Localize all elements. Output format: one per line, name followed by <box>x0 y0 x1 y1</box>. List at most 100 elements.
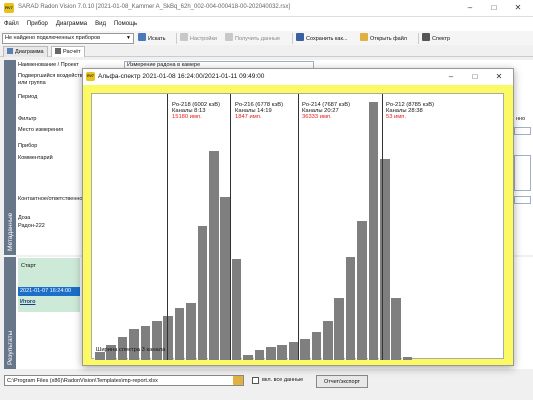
spectrum-bar <box>299 339 310 360</box>
device-label: Прибор <box>18 143 38 149</box>
peak-counts: 53 имп. <box>386 114 407 120</box>
spectrum-bar <box>173 308 185 360</box>
dialog-maximize-icon[interactable]: □ <box>463 69 487 86</box>
app-logo-icon: RV7 <box>86 72 95 81</box>
save-as-button[interactable]: Сохранить как... <box>296 33 347 44</box>
open-file-button[interactable]: Открыть файл <box>360 33 407 44</box>
menu-help[interactable]: Помощь <box>110 17 141 31</box>
spectrum-bar <box>219 197 230 360</box>
spectrum-bar <box>379 159 390 360</box>
folder-icon <box>360 33 368 41</box>
spectrum-bar <box>265 347 276 360</box>
toolbar-separator <box>292 33 293 44</box>
browse-folder-icon[interactable] <box>233 376 243 385</box>
period-label: Период <box>18 94 38 100</box>
comment-field[interactable] <box>514 155 531 191</box>
tab-calculation[interactable]: Расчёт <box>51 46 85 57</box>
spectrum-bar <box>230 259 242 360</box>
total-label: Итого <box>20 299 36 305</box>
dialog-minimize-icon[interactable]: – <box>439 69 463 86</box>
peak-counts: 15180 имп. <box>172 114 202 120</box>
app-logo-icon: RV7 <box>4 3 14 13</box>
peak-label-po212: Po-212 (8785 кэВ) Каналы 28:38 53 имп. <box>386 102 434 120</box>
spectrum-bar <box>356 221 367 360</box>
chevron-down-icon: ▼ <box>126 35 131 41</box>
device-select[interactable]: Не найдено подключенных приборов ▼ <box>2 33 134 44</box>
spectrum-bar <box>322 321 333 360</box>
spectrum-bar <box>128 329 139 360</box>
toolbar-separator <box>176 33 177 44</box>
menu-view[interactable]: Вид <box>91 17 110 31</box>
comment-label: Комментарий <box>18 155 53 161</box>
spectrum-plot: Po-218 (6002 кэВ) Каналы 8:13 15180 имп.… <box>91 93 504 360</box>
spectrum-bar <box>139 326 151 360</box>
maximize-icon[interactable]: □ <box>482 0 506 17</box>
metadata-section-header: Метаданные <box>4 60 16 255</box>
spectrum-bar <box>208 151 219 360</box>
spectrum-bar <box>151 321 162 360</box>
dialog-title-bar: RV7 Альфа-спектр 2021-01-08 16:24:00/202… <box>83 69 513 85</box>
spectrum-bar <box>196 226 208 360</box>
peak-label-po218: Po-218 (6002 кэВ) Каналы 8:13 15180 имп. <box>172 102 220 120</box>
spectrum-bar <box>242 355 253 360</box>
spectrum-bar <box>310 332 322 360</box>
table-row[interactable]: 2021-01-07 16:24:00 <box>18 287 80 296</box>
bottom-bar: C:\Program Files (x86)\RadonVision\Templ… <box>0 369 533 400</box>
spectrum-bar <box>390 298 401 360</box>
spectrum-bar <box>367 102 379 360</box>
template-path-field[interactable]: C:\Program Files (x86)\RadonVision\Templ… <box>4 375 244 386</box>
dialog-close-icon[interactable]: ✕ <box>487 69 511 86</box>
chart-icon <box>7 48 13 54</box>
toolbar-separator <box>418 33 419 44</box>
name-label: Наименование / Проект <box>18 62 79 68</box>
filter-value-fragment: нно <box>516 116 526 122</box>
place-field[interactable] <box>514 127 531 135</box>
start-column-header: Старт <box>21 263 36 269</box>
save-icon <box>296 33 304 41</box>
contact-field[interactable] <box>514 196 531 204</box>
download-icon <box>225 33 233 41</box>
results-section-label: Результаты <box>7 330 14 365</box>
spectrum-bar <box>287 342 299 360</box>
peak-label-po216: Po-216 (6778 кэВ) Каналы 14:19 1847 имп. <box>235 102 283 120</box>
spectrum-button[interactable]: Спектр <box>422 33 450 44</box>
plot-frame: Po-218 (6002 кэВ) Каналы 8:13 15180 имп.… <box>83 85 513 365</box>
spectrum-bar <box>253 350 265 360</box>
menu-bar: Файл Прибор Диаграмма Вид Помощь <box>0 17 533 31</box>
peak-counts: 36333 имп. <box>302 114 332 120</box>
peak-label-po214: Po-214 (7687 кэВ) Каналы 20:27 36333 имп… <box>302 102 350 120</box>
device-select-value: Не найдено подключенных приборов <box>5 35 101 41</box>
minimize-icon[interactable]: – <box>458 0 482 17</box>
settings-icon <box>180 33 188 41</box>
contact-label: Контактное/ответственное <box>18 196 86 202</box>
filter-label: Фильтр <box>18 116 37 122</box>
peak-counts: 1847 имп. <box>235 114 262 120</box>
window-title: SARAD Radon Vision 7.0.10 [2021-01-08_Ka… <box>18 4 291 10</box>
title-bar: RV7 SARAD Radon Vision 7.0.10 [2021-01-0… <box>0 0 533 17</box>
dose-label: Доза <box>18 215 31 221</box>
search-icon <box>138 33 146 41</box>
spectrum-footnote: Ширина спектра 3 канала <box>96 347 166 353</box>
spectrum-bar <box>333 298 344 360</box>
menu-device[interactable]: Прибор <box>23 17 52 31</box>
exposed-label: Подвергшийся воздействию <box>18 73 90 79</box>
peak-divider <box>298 94 299 360</box>
search-button[interactable]: Искать <box>138 33 166 44</box>
include-all-label: вкл. все данные <box>262 377 304 383</box>
spectrum-bar <box>276 345 287 360</box>
settings-button[interactable]: Настройки <box>180 33 217 44</box>
metadata-section-label: Метаданные <box>7 212 14 251</box>
place-label: Место измерения <box>18 127 64 133</box>
include-all-checkbox[interactable] <box>252 377 259 384</box>
close-icon[interactable]: ✕ <box>506 0 530 17</box>
spectrum-bar <box>185 303 196 360</box>
spectrum-bar <box>344 257 356 360</box>
get-data-button[interactable]: Получить данные <box>225 33 280 44</box>
tab-chart[interactable]: Диаграмма <box>3 46 48 57</box>
spectrum-bar <box>94 352 105 360</box>
calculator-icon <box>55 48 61 54</box>
menu-file[interactable]: Файл <box>0 17 23 31</box>
spectrum-bar <box>401 357 413 360</box>
export-button[interactable]: Отчет/экспорт <box>316 375 368 388</box>
menu-chart[interactable]: Диаграмма <box>52 17 91 31</box>
